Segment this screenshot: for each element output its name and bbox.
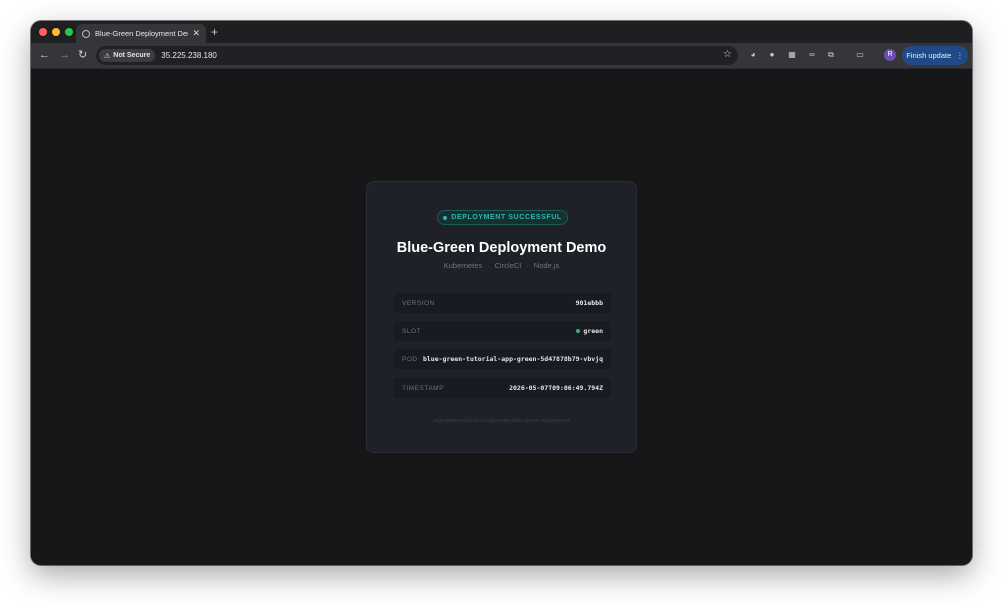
warning-icon: ⚠	[104, 52, 111, 60]
glasses-icon[interactable]: ∞	[807, 50, 817, 60]
info-row-version: VERSION 901ebbb	[394, 293, 611, 313]
info-row-slot: SLOT green	[394, 321, 611, 341]
row-label: SLOT	[402, 327, 421, 335]
stack-item: Node.js	[533, 261, 560, 270]
back-icon[interactable]: ←	[39, 48, 50, 62]
extension-icon[interactable]: ◕	[748, 50, 758, 60]
active-tab[interactable]: Blue-Green Deployment Dem ✕	[76, 24, 206, 43]
tab-title: Blue-Green Deployment Dem	[95, 29, 189, 38]
row-label: TIMESTAMP	[402, 384, 444, 392]
tech-stack: Kubernetes · CircleCI · Node.js	[443, 261, 560, 270]
minimize-window-button[interactable]	[52, 28, 60, 36]
browser-toolbar: ← → ↻ ⚠ Not Secure 35.225.238.180 ☆ ◕ ● …	[31, 43, 972, 69]
bookmark-star-icon[interactable]: ☆	[723, 49, 732, 60]
close-window-button[interactable]	[39, 28, 47, 36]
tab-bar: Blue-Green Deployment Dem ✕ +	[31, 21, 972, 43]
record-icon[interactable]: ●	[767, 50, 777, 60]
maximize-window-button[interactable]	[65, 28, 73, 36]
info-row-pod: POD blue-green-tutorial-app-green-5d4787…	[394, 349, 611, 369]
row-value: green	[576, 327, 603, 335]
reload-icon[interactable]: ↻	[78, 48, 87, 62]
calculator-icon[interactable]: ▦	[787, 50, 797, 60]
new-tab-button[interactable]: +	[211, 24, 218, 40]
repo-link[interactable]: rogerwinters/circleci-kubernetes-blue-gr…	[367, 418, 636, 424]
finish-update-label: Finish update	[906, 51, 952, 60]
finish-update-button[interactable]: Finish update ⋮	[902, 46, 968, 65]
media-icon[interactable]: ▭	[855, 50, 865, 60]
globe-icon	[82, 29, 90, 38]
browser-window: Blue-Green Deployment Dem ✕ + ← → ↻ ⚠ No…	[31, 21, 972, 565]
green-dot-icon	[576, 329, 581, 333]
profile-avatar[interactable]: R	[884, 49, 896, 61]
info-row-timestamp: TIMESTAMP 2026-05-07T09:06:49.794Z	[394, 378, 611, 398]
row-value: 901ebbb	[575, 299, 603, 307]
row-label: VERSION	[402, 299, 435, 307]
not-secure-label: Not Secure	[113, 52, 151, 59]
status-dot-icon	[443, 215, 448, 220]
row-value: blue-green-tutorial-app-green-5d47878b79…	[422, 355, 603, 363]
url-text[interactable]: 35.225.238.180	[161, 51, 217, 60]
not-secure-chip[interactable]: ⚠ Not Secure	[99, 49, 156, 62]
status-badge-label: DEPLOYMENT SUCCESSFUL	[451, 214, 562, 221]
forward-icon[interactable]: →	[59, 48, 70, 62]
stack-item: CircleCI	[494, 261, 522, 270]
row-value: 2026-05-07T09:06:49.794Z	[509, 384, 603, 392]
window-controls	[39, 28, 73, 36]
page-content: DEPLOYMENT SUCCESSFUL Blue-Green Deploym…	[31, 69, 972, 565]
page-title: Blue-Green Deployment Demo	[396, 240, 607, 256]
row-label: POD	[402, 355, 418, 363]
address-bar[interactable]: ⚠ Not Secure 35.225.238.180 ☆	[96, 46, 738, 65]
deployment-card: DEPLOYMENT SUCCESSFUL Blue-Green Deploym…	[366, 181, 637, 453]
close-tab-icon[interactable]: ✕	[192, 28, 200, 39]
stack-item: Kubernetes	[443, 261, 483, 270]
status-badge: DEPLOYMENT SUCCESSFUL	[437, 210, 568, 225]
puzzle-icon[interactable]: ⧉	[826, 50, 836, 60]
more-menu-icon: ⋮	[956, 51, 964, 60]
